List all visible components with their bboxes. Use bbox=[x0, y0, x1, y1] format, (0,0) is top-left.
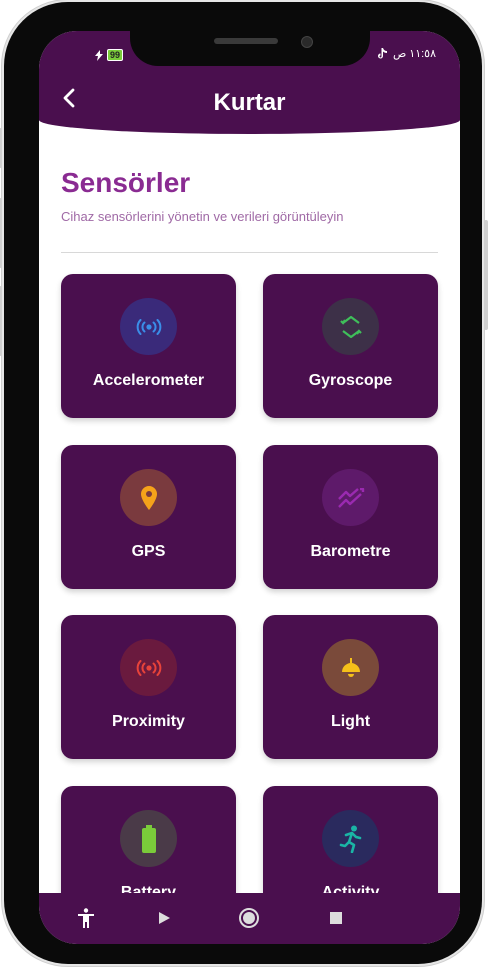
stop-icon[interactable] bbox=[325, 907, 347, 929]
page-title: Sensörler bbox=[61, 167, 191, 198]
side-button-left-2 bbox=[0, 198, 2, 268]
icon-circle bbox=[120, 639, 177, 696]
system-nav-bar bbox=[39, 893, 460, 944]
header-title: Kurtar bbox=[213, 89, 286, 116]
side-button-left-1 bbox=[0, 128, 2, 168]
screen: 99 ١١:٥٨ ص Kurtar Sensörler Cihaz sensör… bbox=[39, 31, 460, 944]
location-pin-icon bbox=[140, 485, 157, 510]
tiktok-icon bbox=[377, 47, 387, 58]
notch bbox=[130, 18, 370, 66]
accessibility-icon[interactable] bbox=[75, 907, 97, 929]
trending-icon bbox=[337, 487, 364, 508]
divider bbox=[61, 252, 438, 253]
battery-icon bbox=[141, 824, 156, 853]
rotate-icon bbox=[339, 315, 362, 338]
sensor-card-gyroscope[interactable]: Gyroscope bbox=[263, 274, 438, 418]
status-left: 99 bbox=[95, 49, 124, 61]
icon-circle bbox=[120, 469, 177, 526]
side-button-right bbox=[484, 220, 488, 330]
sensor-label: Light bbox=[330, 713, 371, 730]
page-subtitle: Cihaz sensörlerini yönetin ve verileri g… bbox=[61, 209, 344, 224]
sensor-label: Accelerometer bbox=[92, 372, 205, 389]
running-icon bbox=[339, 825, 361, 853]
sensor-card-proximity[interactable]: Proximity bbox=[61, 615, 236, 759]
icon-circle bbox=[322, 298, 379, 355]
sensors-icon bbox=[136, 659, 161, 676]
sensors-icon bbox=[136, 318, 161, 335]
sensor-label: Barometre bbox=[310, 543, 391, 560]
camera bbox=[301, 36, 313, 48]
clock: ١١:٥٨ ص bbox=[392, 48, 436, 60]
icon-circle bbox=[322, 810, 379, 867]
icon-circle bbox=[322, 639, 379, 696]
icon-circle bbox=[322, 469, 379, 526]
sensor-card-light[interactable]: Light bbox=[263, 615, 438, 759]
side-button-left-3 bbox=[0, 286, 2, 356]
sensor-card-gps[interactable]: GPS bbox=[61, 445, 236, 589]
battery-level: 99 bbox=[107, 49, 124, 61]
phone-frame: 99 ١١:٥٨ ص Kurtar Sensörler Cihaz sensör… bbox=[0, 2, 488, 964]
sensor-card-barometre[interactable]: Barometre bbox=[263, 445, 438, 589]
charging-icon bbox=[95, 49, 103, 61]
sensor-label: Proximity bbox=[112, 713, 185, 730]
sensor-card-accelerometer[interactable]: Accelerometer bbox=[61, 274, 236, 418]
play-icon[interactable] bbox=[153, 907, 175, 929]
status-right: ١١:٥٨ ص bbox=[377, 47, 436, 60]
sensor-label: GPS bbox=[131, 543, 166, 560]
icon-circle bbox=[120, 810, 177, 867]
home-circle-icon[interactable] bbox=[238, 907, 260, 929]
icon-circle bbox=[120, 298, 177, 355]
lamp-icon bbox=[341, 657, 360, 677]
sensor-label: Gyroscope bbox=[308, 372, 393, 389]
speaker bbox=[214, 38, 278, 44]
